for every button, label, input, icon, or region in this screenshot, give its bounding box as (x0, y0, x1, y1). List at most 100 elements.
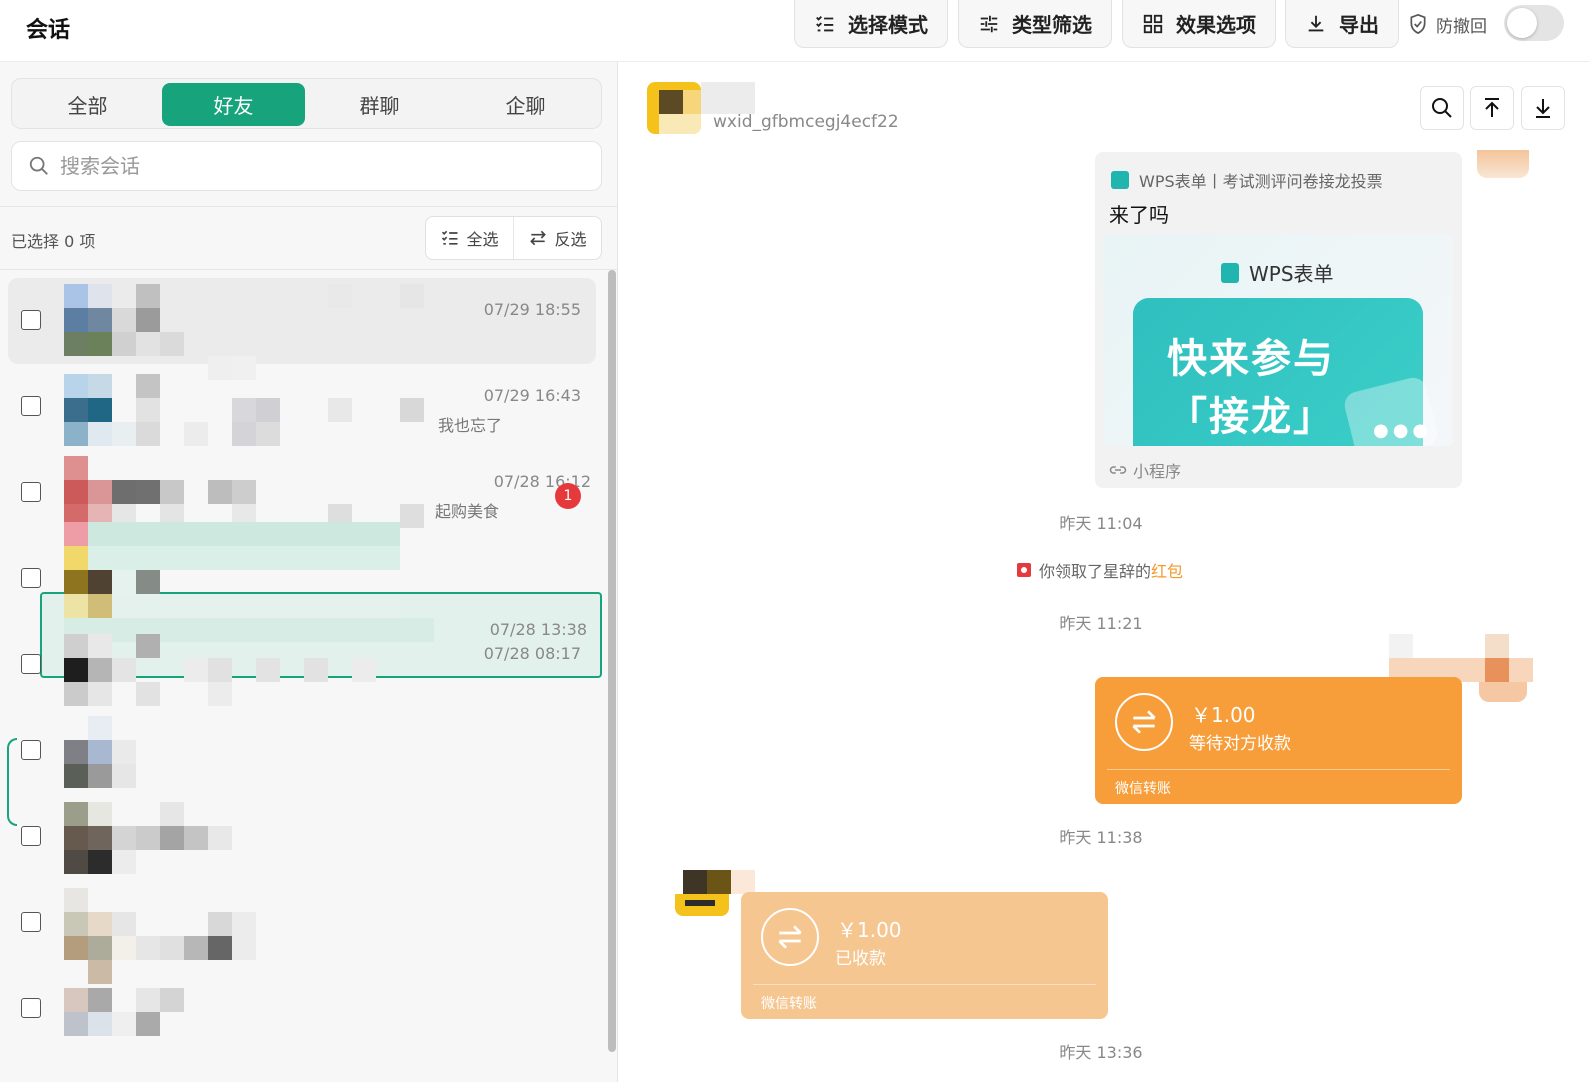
page-title: 会话 (26, 18, 71, 43)
card-image-brand: WPS表单 (1221, 258, 1334, 287)
conversation-checkbox[interactable] (21, 998, 41, 1018)
red-packet-link[interactable]: 红包 (1151, 562, 1183, 581)
conversation-checkbox[interactable] (21, 740, 41, 760)
selection-count: 已选择 0 项 (11, 232, 96, 251)
card-source: WPS表单丨考试测评问卷接龙投票 (1111, 168, 1383, 192)
my-avatar[interactable] (1477, 150, 1529, 178)
tab-enterprise[interactable]: 企聊 (454, 83, 597, 126)
transfer-icon (761, 908, 819, 966)
grid-icon (1143, 14, 1163, 33)
sliders-icon (980, 15, 998, 32)
chat-panel: wxid_gfbmcegj4ecf22 WPS表单丨考试测评问卷接龙投票 来了吗… (619, 62, 1589, 1082)
conversation-time: 07/29 16:43 (483, 386, 581, 405)
select-mode-button[interactable]: 选择模式 (794, 0, 948, 48)
tab-friends[interactable]: 好友 (162, 83, 305, 126)
selection-actions: 全选 反选 (425, 216, 602, 260)
link-icon (1109, 466, 1127, 474)
transfer-amount: ￥1.00 (1191, 703, 1256, 727)
contact-name-mosaic (701, 82, 755, 114)
card-image-line2: 「接龙」 (1167, 394, 1335, 440)
wps-logo-icon (1221, 262, 1239, 283)
conversation-list: 07/29 18:55 07/29 16:43 我也忘了 07/28 16:12… (0, 270, 608, 1082)
card-image-line1: 快来参与 (1167, 336, 1335, 382)
search-icon (1432, 98, 1452, 118)
transfer-footer: 微信转账 (761, 996, 817, 1012)
divider (1107, 769, 1450, 770)
scroll-bottom-button[interactable] (1521, 86, 1565, 130)
transfer-amount: ￥1.00 (837, 918, 902, 942)
anti-recall: 防撤回 (1408, 12, 1487, 37)
swap-icon (530, 230, 547, 246)
category-tabs: 全部 好友 群聊 企聊 (11, 78, 602, 129)
toggle-knob (1507, 8, 1537, 38)
search-box (11, 141, 602, 191)
ellipsis-icon: ●●● (1373, 420, 1433, 441)
timestamp: 昨天 13:36 (1059, 1043, 1143, 1062)
conversation-checkbox[interactable] (21, 396, 41, 416)
top-bar: 会话 选择模式 类型筛选 效果选项 导出 防撤回 (0, 0, 1589, 62)
select-all-button[interactable]: 全选 (426, 217, 513, 259)
transfer-icon (1115, 693, 1173, 751)
conversation-checkbox[interactable] (21, 310, 41, 330)
scroll-top-button[interactable] (1470, 86, 1514, 130)
contact-avatar[interactable] (675, 870, 755, 916)
red-packet-icon (1017, 563, 1031, 577)
search-chat-button[interactable] (1420, 86, 1464, 130)
conversation-checkbox[interactable] (21, 482, 41, 502)
system-message: 你领取了星辞的红包 (1017, 558, 1183, 582)
conversation-preview: 起购美食 (435, 502, 500, 521)
anti-recall-label: 防撤回 (1436, 16, 1487, 37)
transfer-status: 已收款 (835, 949, 886, 969)
conversation-time: 07/28 08:17 (483, 644, 581, 663)
conversation-panel: 全部 好友 群聊 企聊 已选择 0 项 全选 反选 07/29 18:55 (0, 62, 618, 1082)
checklist-icon (442, 230, 458, 245)
tab-groups[interactable]: 群聊 (308, 83, 451, 126)
scrollbar[interactable] (608, 270, 616, 1052)
card-image-brand-label: WPS表单 (1249, 262, 1334, 286)
conversation-checkbox[interactable] (21, 654, 41, 674)
type-filter-label: 类型筛选 (1012, 13, 1092, 37)
conversation-time: 07/29 18:55 (483, 300, 581, 319)
card-title: 来了吗 (1109, 203, 1169, 227)
search-icon (29, 156, 48, 175)
conversation-checkbox[interactable] (21, 568, 41, 588)
card-source-label: WPS表单丨考试测评问卷接龙投票 (1139, 172, 1383, 191)
transfer-footer: 微信转账 (1115, 781, 1171, 797)
export-label: 导出 (1339, 13, 1379, 37)
mini-program-card[interactable]: WPS表单丨考试测评问卷接龙投票 来了吗 WPS表单 快来参与 「接龙」 ●●●… (1095, 152, 1462, 488)
invert-selection-button[interactable]: 反选 (513, 217, 601, 259)
effect-options-button[interactable]: 效果选项 (1122, 0, 1276, 48)
divider (0, 206, 617, 207)
select-all-label: 全选 (466, 230, 499, 249)
search-input[interactable] (60, 154, 540, 178)
conversation-checkbox[interactable] (21, 826, 41, 846)
invert-label: 反选 (554, 230, 587, 249)
contact-wxid: wxid_gfbmcegj4ecf22 (713, 112, 899, 132)
timestamp: 昨天 11:38 (1059, 828, 1143, 847)
arrow-top-icon (1485, 98, 1499, 117)
timestamp: 昨天 11:04 (1059, 514, 1143, 533)
system-message-text: 你领取了星辞的 (1039, 562, 1152, 581)
anti-recall-toggle[interactable] (1504, 5, 1564, 41)
divider (753, 984, 1096, 985)
shield-icon (1410, 13, 1426, 35)
transfer-message-outgoing[interactable]: ￥1.00 等待对方收款 微信转账 (1095, 677, 1462, 804)
card-footer-label: 小程序 (1133, 462, 1182, 481)
download-icon (1308, 15, 1324, 31)
conversation-preview: 我也忘了 (438, 416, 503, 435)
type-filter-button[interactable]: 类型筛选 (958, 0, 1112, 48)
timestamp: 昨天 11:21 (1059, 614, 1143, 633)
contact-avatar[interactable] (647, 82, 701, 134)
wps-logo-icon (1111, 171, 1129, 189)
arrow-bottom-icon (1536, 99, 1550, 118)
export-button[interactable]: 导出 (1285, 0, 1399, 48)
select-mode-label: 选择模式 (848, 13, 928, 37)
effect-options-label: 效果选项 (1176, 13, 1256, 37)
unread-badge: 1 (555, 483, 581, 509)
transfer-status: 等待对方收款 (1189, 734, 1291, 754)
tab-all[interactable]: 全部 (16, 83, 159, 126)
card-footer: 小程序 (1109, 458, 1181, 482)
transfer-message-received[interactable]: ￥1.00 已收款 微信转账 (741, 892, 1108, 1019)
conversation-checkbox[interactable] (21, 912, 41, 932)
checklist-icon (816, 15, 834, 31)
